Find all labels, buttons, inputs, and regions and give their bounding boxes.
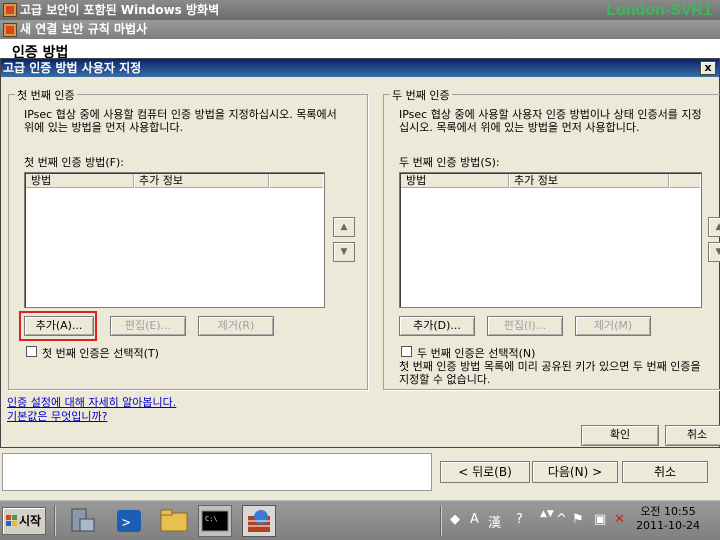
move-down-icon[interactable]: ▼ bbox=[333, 242, 355, 262]
second-auth-note-line1: 첫 번째 인증 방법 목록에 미리 공유된 키가 있으면 두 번째 인증을 bbox=[399, 360, 701, 373]
second-methods-list[interactable]: 방법 추가 정보 bbox=[399, 172, 702, 308]
column-extra-info[interactable]: 추가 정보 bbox=[134, 174, 269, 188]
action-center-flag-icon[interactable]: ⚑ bbox=[572, 512, 584, 527]
wizard-title: 새 연결 보안 규칙 마법사 bbox=[20, 22, 148, 36]
second-auth-note: 첫 번째 인증 방법 목록에 미리 공유된 키가 있으면 두 번째 인증을 지정… bbox=[399, 360, 720, 386]
first-auth-desc-line1: IPsec 협상 중에 사용할 컴퓨터 인증 방법을 지정하십시오. 목록에서 bbox=[24, 108, 337, 121]
second-methods-list-header: 방법 추가 정보 bbox=[401, 174, 700, 188]
show-hidden-icons-icon[interactable]: ^ bbox=[556, 512, 567, 527]
clock[interactable]: 오전 10:55 2011-10-24 bbox=[636, 505, 700, 533]
first-methods-list[interactable]: 방법 추가 정보 bbox=[24, 172, 325, 308]
dialog-title: 고급 인증 방법 사용자 지정 bbox=[3, 61, 142, 75]
taskbar: 시작 > C:\ ◆ A 漢 ? ▲▼ ^ ⚑ ▣ ✕ 오전 10:55 201… bbox=[0, 500, 720, 540]
wizard-step-panel bbox=[2, 453, 432, 491]
ok-button[interactable]: 확인 bbox=[581, 425, 659, 446]
wizard-app-icon bbox=[3, 23, 17, 37]
help-icon[interactable]: ? bbox=[516, 512, 523, 527]
second-edit-button[interactable]: 편집(I)... bbox=[487, 316, 563, 336]
move-up-icon[interactable]: ▲ bbox=[708, 217, 720, 237]
server-manager-icon[interactable] bbox=[66, 505, 100, 537]
second-remove-button[interactable]: 제거(M) bbox=[575, 316, 651, 336]
firewall-taskbar-icon[interactable] bbox=[242, 505, 276, 537]
second-auth-desc-line1: IPsec 협상 중에 사용할 사용자 인증 방법이나 상태 인증서를 지정 bbox=[399, 108, 702, 121]
tray-separator bbox=[440, 506, 442, 536]
clock-date: 2011-10-24 bbox=[636, 519, 700, 532]
volume-muted-icon[interactable]: ✕ bbox=[614, 512, 625, 527]
first-edit-button[interactable]: 편집(E)... bbox=[110, 316, 186, 336]
move-up-icon[interactable]: ▲ bbox=[333, 217, 355, 237]
first-auth-description: IPsec 협상 중에 사용할 컴퓨터 인증 방법을 지정하십시오. 목록에서 … bbox=[24, 108, 364, 134]
first-methods-label: 첫 번째 인증 방법(F): bbox=[24, 156, 124, 169]
ime-hanja-icon[interactable]: 漢 bbox=[488, 512, 501, 531]
first-add-button[interactable]: 추가(A)... bbox=[24, 316, 94, 336]
first-auth-group: 첫 번째 인증 IPsec 협상 중에 사용할 컴퓨터 인증 방법을 지정하십시… bbox=[8, 87, 368, 390]
second-methods-label: 두 번째 인증 방법(S): bbox=[399, 156, 500, 169]
wizard-footer: < 뒤로(B) 다음(N) > 취소 bbox=[0, 442, 720, 500]
move-down-icon[interactable]: ▼ bbox=[708, 242, 720, 262]
clock-time: 오전 10:55 bbox=[640, 505, 696, 518]
dialog-cancel-button[interactable]: 취소 bbox=[665, 425, 720, 446]
windows-logo-icon bbox=[6, 515, 18, 527]
network-icon[interactable]: ▣ bbox=[594, 512, 606, 527]
server-watermark: London-SVR1 bbox=[606, 2, 712, 19]
firewall-window-title: 고급 보안이 포함된 Windows 방화벽 bbox=[20, 3, 220, 17]
taskbar-separator bbox=[54, 506, 56, 536]
first-remove-button[interactable]: 제거(R) bbox=[198, 316, 274, 336]
svg-text:C:\: C:\ bbox=[205, 515, 218, 523]
second-auth-group-label: 두 번째 인증 bbox=[390, 87, 452, 103]
next-button[interactable]: 다음(N) > bbox=[532, 461, 618, 483]
column-extra-info[interactable]: 추가 정보 bbox=[509, 174, 669, 188]
wizard-titlebar: 새 연결 보안 규칙 마법사 bbox=[0, 20, 720, 39]
second-auth-description: IPsec 협상 중에 사용할 사용자 인증 방법이나 상태 인증서를 지정 십… bbox=[399, 108, 720, 134]
second-optional-label[interactable]: 두 번째 인증은 선택적(N) bbox=[417, 345, 535, 361]
first-optional-label[interactable]: 첫 번째 인증은 선택적(T) bbox=[42, 345, 159, 361]
second-auth-desc-line2: 십시오. 목록에서 위에 있는 방법을 먼저 사용합니다. bbox=[399, 121, 640, 134]
firewall-window-titlebar: 고급 보안이 포함된 Windows 방화벽 London-SVR1 bbox=[0, 0, 720, 21]
svg-text:>: > bbox=[122, 515, 130, 531]
ime-alpha-icon[interactable]: A bbox=[470, 512, 479, 527]
powershell-icon[interactable]: > bbox=[112, 505, 146, 537]
first-auth-group-label: 첫 번째 인증 bbox=[15, 87, 77, 103]
first-auth-desc-line2: 위에 있는 방법을 먼저 사용합니다. bbox=[24, 121, 184, 134]
back-button[interactable]: < 뒤로(B) bbox=[440, 461, 530, 483]
wizard-cancel-button[interactable]: 취소 bbox=[622, 461, 708, 483]
second-add-button[interactable]: 추가(D)... bbox=[399, 316, 475, 336]
tray-expand-icon[interactable]: ▲▼ bbox=[540, 509, 554, 519]
cmd-icon[interactable]: C:\ bbox=[198, 505, 232, 537]
first-methods-list-header: 방법 추가 정보 bbox=[26, 174, 323, 188]
column-method[interactable]: 방법 bbox=[401, 174, 509, 188]
firewall-app-icon bbox=[3, 3, 17, 17]
customize-auth-dialog: 고급 인증 방법 사용자 지정 x 첫 번째 인증 IPsec 협상 중에 사용… bbox=[0, 58, 720, 448]
language-bar-icon[interactable]: ◆ bbox=[450, 512, 460, 527]
start-label: 시작 bbox=[19, 514, 42, 528]
column-method[interactable]: 방법 bbox=[26, 174, 134, 188]
second-auth-note-line2: 지정할 수 없습니다. bbox=[399, 373, 491, 386]
start-button[interactable]: 시작 bbox=[2, 507, 46, 535]
close-icon[interactable]: x bbox=[700, 61, 716, 75]
second-optional-checkbox[interactable] bbox=[401, 346, 412, 357]
defaults-link[interactable]: 기본값은 무엇입니까? bbox=[7, 408, 107, 424]
first-optional-checkbox[interactable] bbox=[26, 346, 37, 357]
explorer-folder-icon[interactable] bbox=[157, 505, 191, 537]
dialog-titlebar: 고급 인증 방법 사용자 지정 x bbox=[1, 59, 719, 77]
second-auth-group: 두 번째 인증 IPsec 협상 중에 사용할 사용자 인증 방법이나 상태 인… bbox=[383, 87, 720, 390]
